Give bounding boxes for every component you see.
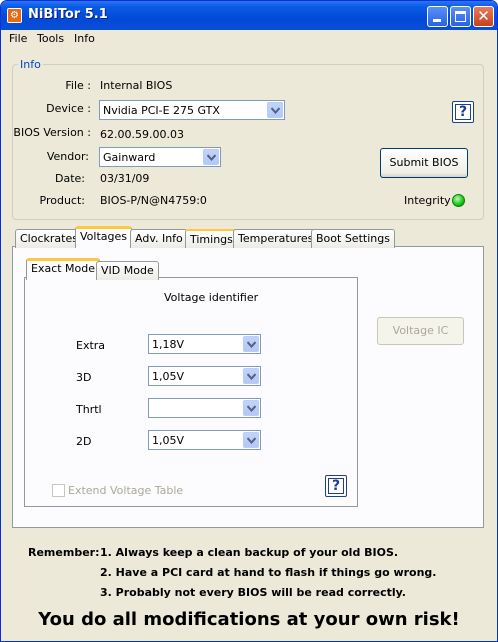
extend-voltage-table-label: Extend Voltage Table [68,484,184,497]
app-window: ⚙ NiBiTor 5.1 ✕ File Tools Info Info Fil… [0,0,498,642]
integrity-status-icon [452,194,465,207]
close-icon: ✕ [477,7,490,25]
integrity-label: Integrity : [404,194,458,207]
voltage-help-button[interactable]: ? [325,475,347,497]
voltage-identifier-heading: Voltage identifier [164,291,259,304]
chevron-down-icon[interactable] [267,102,283,118]
voltage-3d-value: 1,05V [152,370,185,383]
product-value: BIOS-P/N@N4759:0 [100,194,207,207]
chevron-down-icon[interactable] [243,432,259,448]
subtab-exact-mode[interactable]: Exact Mode [26,258,101,280]
risk-warning: You do all modifications at your own ris… [38,609,460,630]
voltage-extra-value: 1,18V [152,338,185,351]
submit-bios-button[interactable]: Submit BIOS [380,148,468,178]
exact-mode-panel [24,277,358,507]
vendor-select[interactable]: Gainward [99,147,221,167]
device-label: Device : [46,102,91,115]
tab-voltages[interactable]: Voltages [75,226,132,248]
tab-timings[interactable]: Timings [185,229,238,248]
date-label: Date: [55,172,85,185]
tab-adv-info[interactable]: Adv. Info [130,229,188,248]
bios-version-value: 62.00.59.00.03 [100,128,184,141]
chevron-down-icon[interactable] [243,336,259,352]
device-select-value: Nvidia PCI-E 275 GTX [103,104,220,117]
device-select[interactable]: Nvidia PCI-E 275 GTX [99,100,285,120]
product-label: Product: [39,194,85,207]
device-help-button[interactable]: ? [452,101,474,123]
minimize-icon [433,19,441,22]
remember-line: 3. Probably not every BIOS will be read … [100,586,406,599]
chevron-down-icon[interactable] [243,368,259,384]
tab-clockrates[interactable]: Clockrates [15,229,83,248]
voltage-2d-value: 1,05V [152,434,185,447]
voltage-2d-select[interactable]: 1,05V [148,430,261,450]
app-icon: ⚙ [7,8,22,23]
tab-temperatures[interactable]: Temperatures [233,229,319,248]
title-bar[interactable]: ⚙ NiBiTor 5.1 ✕ [1,1,497,30]
date-value: 03/31/09 [100,172,150,185]
menu-tools[interactable]: Tools [37,32,64,45]
menu-file[interactable]: File [9,32,27,45]
voltage-row-label: 2D [76,435,92,448]
window-title: NiBiTor 5.1 [28,7,108,22]
extend-voltage-table-checkbox[interactable] [52,484,65,497]
file-label: File : [65,79,91,92]
close-button[interactable]: ✕ [473,6,494,27]
remember-line: 2. Have a PCI card at hand to flash if t… [100,566,437,579]
chevron-down-icon[interactable] [243,400,259,416]
bios-version-label: BIOS Version : [13,126,91,139]
menu-info[interactable]: Info [74,32,95,45]
voltage-ic-button[interactable]: Voltage IC [377,317,464,345]
voltage-row-label: Extra [76,339,106,352]
remember-line: 1. Always keep a clean backup of your ol… [100,546,399,559]
maximize-button[interactable] [450,6,471,27]
minimize-button[interactable] [427,6,448,27]
remember-label: Remember: [28,546,100,559]
tab-boot-settings[interactable]: Boot Settings [311,229,395,248]
file-value: Internal BIOS [100,79,173,92]
vendor-select-value: Gainward [103,151,156,164]
voltage-3d-select[interactable]: 1,05V [148,366,261,386]
voltage-thrtl-select[interactable] [148,398,261,418]
menu-bar: File Tools Info [1,30,497,49]
voltage-row-label: Thrtl [76,403,102,416]
maximize-icon [455,11,466,22]
subtab-vid-mode[interactable]: VID Mode [96,261,159,280]
chevron-down-icon[interactable] [203,149,219,165]
voltage-extra-select[interactable]: 1,18V [148,334,261,354]
info-group-title: Info [18,58,43,71]
help-icon: ? [328,478,344,494]
help-icon: ? [455,104,471,120]
voltage-row-label: 3D [76,371,92,384]
vendor-label: Vendor: [46,150,89,163]
